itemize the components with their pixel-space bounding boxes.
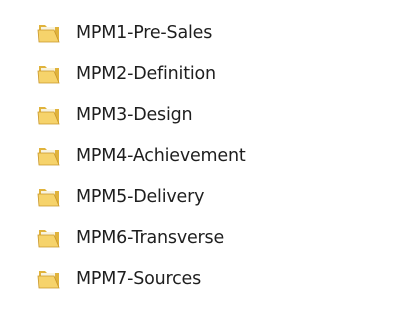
folder-label: MPM6-Transverse bbox=[76, 228, 225, 248]
folder-label: MPM5-Delivery bbox=[76, 187, 205, 207]
folder-item-mpm5-delivery[interactable]: MPM5-Delivery bbox=[37, 183, 246, 211]
folder-icon bbox=[37, 62, 61, 86]
folder-icon bbox=[37, 185, 61, 209]
folder-icon bbox=[37, 267, 61, 291]
folder-item-mpm6-transverse[interactable]: MPM6-Transverse bbox=[37, 224, 246, 252]
folder-icon bbox=[37, 226, 61, 250]
folder-item-mpm2-definition[interactable]: MPM2-Definition bbox=[37, 60, 246, 88]
folder-icon bbox=[37, 103, 61, 127]
folder-item-mpm1-pre-sales[interactable]: MPM1-Pre-Sales bbox=[37, 19, 246, 47]
folder-label: MPM7-Sources bbox=[76, 269, 202, 289]
folder-label: MPM4-Achievement bbox=[76, 146, 246, 166]
folder-icon bbox=[37, 144, 61, 168]
folder-label: MPM2-Definition bbox=[76, 64, 216, 84]
folder-list: MPM1-Pre-Sales MPM2-Definition MPM3-Desi… bbox=[37, 19, 246, 293]
folder-item-mpm4-achievement[interactable]: MPM4-Achievement bbox=[37, 142, 246, 170]
folder-item-mpm7-sources[interactable]: MPM7-Sources bbox=[37, 265, 246, 293]
folder-label: MPM1-Pre-Sales bbox=[76, 23, 213, 43]
folder-item-mpm3-design[interactable]: MPM3-Design bbox=[37, 101, 246, 129]
folder-icon bbox=[37, 21, 61, 45]
folder-label: MPM3-Design bbox=[76, 105, 193, 125]
